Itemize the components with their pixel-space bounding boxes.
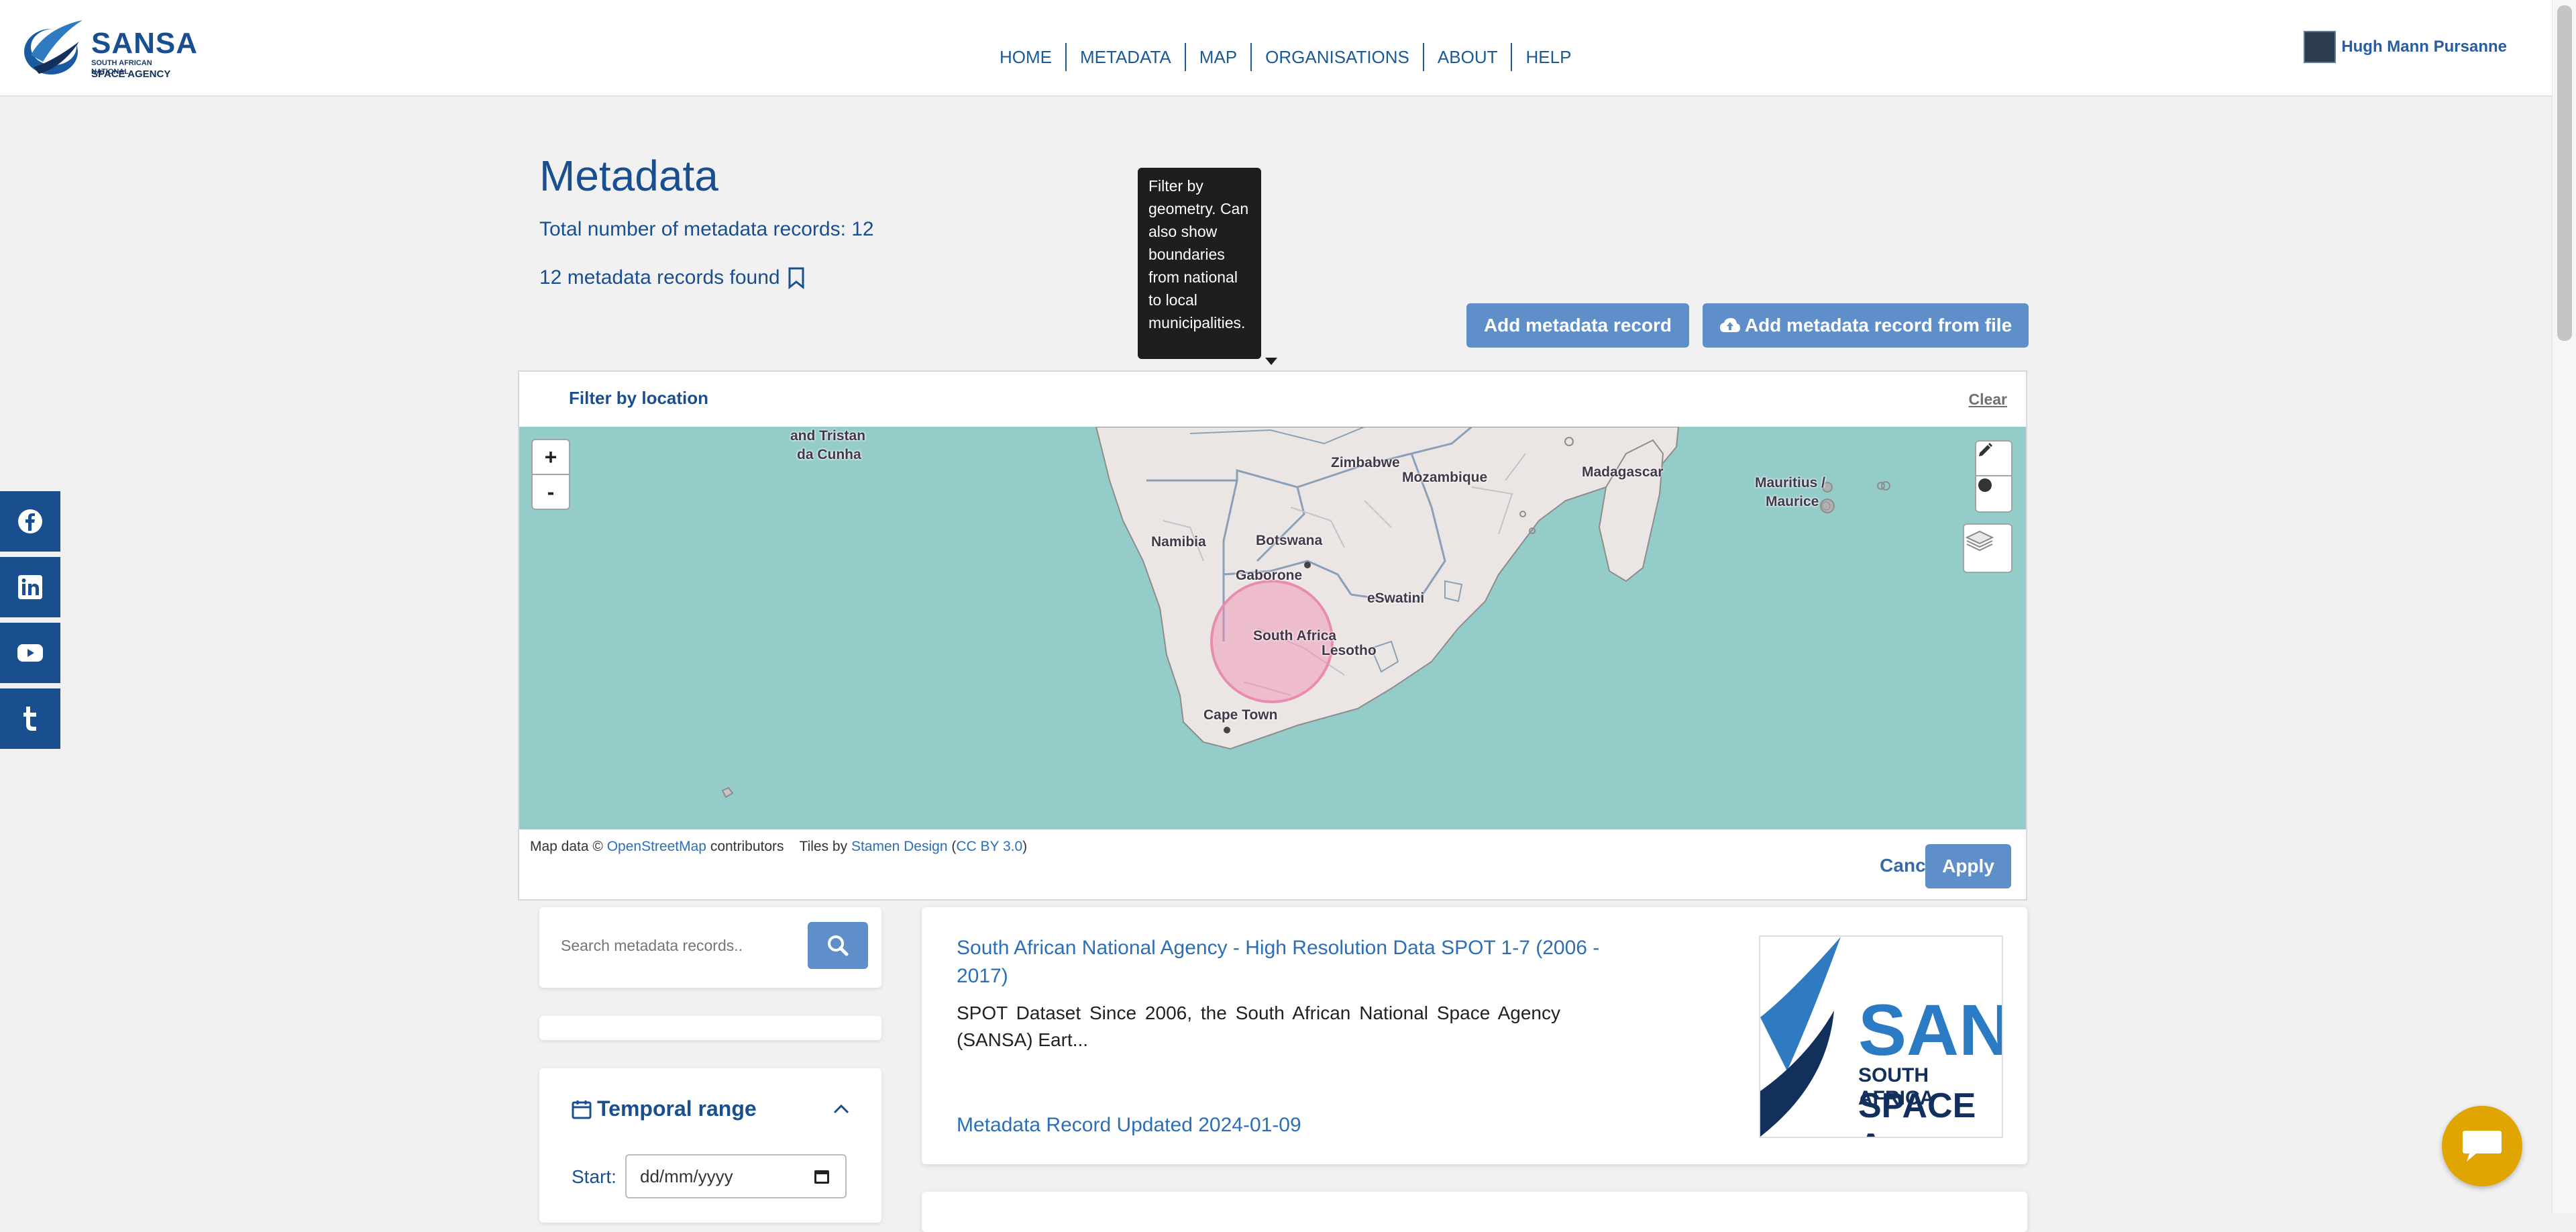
nav-organisations[interactable]: ORGANISATIONS bbox=[1252, 43, 1424, 71]
filter-by-location-label: Filter by location bbox=[569, 388, 709, 408]
map-label-cunha: da Cunha bbox=[797, 447, 861, 462]
osm-link[interactable]: OpenStreetMap bbox=[607, 839, 706, 854]
location-map[interactable]: and Tristan da Cunha Zimbabwe Mozambique… bbox=[519, 427, 2026, 829]
nav-about[interactable]: ABOUT bbox=[1424, 43, 1513, 71]
scrollbar-thumb[interactable] bbox=[2557, 5, 2572, 341]
map-label-namibia: Namibia bbox=[1151, 534, 1206, 550]
thumbnail-sub2: SPACE A bbox=[1858, 1086, 1976, 1137]
temporal-range-header[interactable]: Temporal range bbox=[572, 1096, 757, 1121]
map-label-south-africa: South Africa bbox=[1253, 628, 1337, 644]
search-button[interactable] bbox=[808, 922, 868, 969]
tooltip-arrow bbox=[1265, 358, 1277, 365]
linkedin-link[interactable] bbox=[0, 557, 60, 617]
start-date-placeholder: dd/mm/yyyy bbox=[640, 1166, 733, 1186]
map-label-mozambique: Mozambique bbox=[1402, 470, 1488, 485]
nav-help[interactable]: HELP bbox=[1512, 43, 1585, 71]
linkedin-icon bbox=[18, 575, 42, 599]
nav-home[interactable]: HOME bbox=[986, 43, 1067, 71]
result-description: SPOT Dataset Since 2006, the South Afric… bbox=[957, 1003, 1560, 1050]
filter-tooltip: Filter by geometry. Can also show bounda… bbox=[1138, 168, 1261, 359]
zoom-in-button[interactable]: + bbox=[531, 439, 570, 475]
thumbnail-wordmark: SAN bbox=[1858, 989, 2003, 1070]
add-metadata-record-button[interactable]: Add metadata record bbox=[1466, 303, 1689, 348]
map-attribution: Map data © OpenStreetMap contributors Ti… bbox=[530, 839, 1028, 854]
map-label-botswana: Botswana bbox=[1256, 533, 1323, 548]
site-header: SANSA SOUTH AFRICAN NATIONAL SPACE AGENC… bbox=[0, 0, 2553, 97]
nav-metadata[interactable]: METADATA bbox=[1067, 43, 1186, 71]
records-found-text: 12 metadata records found bbox=[539, 266, 780, 289]
result-title[interactable]: South African National Agency - High Res… bbox=[957, 934, 1648, 990]
map-label-mauritius: Mauritius / bbox=[1755, 475, 1826, 491]
start-date-label: Start: bbox=[572, 1166, 616, 1187]
cloud-upload-icon bbox=[1719, 318, 1740, 332]
add-from-file-label: Add metadata record from file bbox=[1744, 315, 2012, 336]
map-label-madagascar: Madagascar bbox=[1582, 464, 1664, 480]
main-nav: HOME METADATA MAP ORGANISATIONS ABOUT HE… bbox=[986, 43, 1585, 71]
license-link[interactable]: CC BY 3.0 bbox=[956, 839, 1022, 854]
records-found: 12 metadata records found bbox=[539, 266, 806, 289]
result-thumbnail[interactable]: SAN SOUTH AFRICA SPACE A bbox=[1759, 935, 2003, 1138]
logo-subtitle-2: SPACE AGENCY bbox=[91, 68, 171, 80]
youtube-icon bbox=[17, 644, 43, 662]
facebook-icon bbox=[18, 509, 42, 533]
temporal-range-title: Temporal range bbox=[597, 1096, 757, 1121]
map-label-cape-town: Cape Town bbox=[1203, 707, 1278, 723]
chevron-up-icon[interactable] bbox=[832, 1103, 851, 1115]
start-date-input[interactable]: dd/mm/yyyy bbox=[625, 1154, 847, 1198]
layers-button[interactable] bbox=[1963, 523, 2012, 573]
map-label-zimbabwe: Zimbabwe bbox=[1331, 455, 1400, 470]
bookmark-icon[interactable] bbox=[787, 266, 806, 289]
layers-icon bbox=[1965, 530, 1994, 552]
metadata-result-card[interactable]: South African National Agency - High Res… bbox=[922, 907, 2027, 1164]
pencil-icon bbox=[1979, 443, 1992, 456]
sansa-logo[interactable]: SANSA SOUTH AFRICAN NATIONAL SPACE AGENC… bbox=[19, 15, 197, 82]
map-label-eswatini: eSwatini bbox=[1367, 591, 1425, 606]
page-scrollbar[interactable] bbox=[2552, 0, 2576, 1213]
tumblr-icon bbox=[23, 707, 36, 731]
clear-filter-button[interactable]: Clear bbox=[1968, 391, 2007, 409]
logo-wordmark: SANSA bbox=[91, 27, 199, 60]
avatar bbox=[2304, 31, 2337, 63]
temporal-range-card: Temporal range Start: dd/mm/yyyy bbox=[539, 1068, 881, 1223]
chat-widget-button[interactable] bbox=[2442, 1106, 2522, 1186]
apply-button[interactable]: Apply bbox=[1925, 844, 2011, 888]
circle-icon bbox=[1978, 478, 1992, 492]
map-label-maurice: Maurice bbox=[1766, 494, 1819, 509]
attribution-tiles: Tiles by bbox=[799, 839, 848, 854]
tumblr-link[interactable] bbox=[0, 688, 60, 749]
total-records: Total number of metadata records: 12 bbox=[539, 218, 874, 240]
user-menu[interactable]: Hugh Mann Pursanne bbox=[2304, 31, 2507, 63]
attribution-contributors: contributors bbox=[710, 839, 784, 854]
zoom-out-button[interactable]: - bbox=[531, 474, 570, 510]
calendar-picker-icon[interactable] bbox=[813, 1168, 830, 1185]
search-icon bbox=[828, 935, 849, 956]
result-updated[interactable]: Metadata Record Updated 2024-01-09 bbox=[957, 1114, 1301, 1137]
user-name[interactable]: Hugh Mann Pursanne bbox=[2341, 38, 2507, 56]
sansa-logo-mark bbox=[24, 20, 83, 74]
add-metadata-from-file-button[interactable]: Add metadata record from file bbox=[1703, 303, 2029, 348]
youtube-link[interactable] bbox=[0, 623, 60, 683]
chat-icon bbox=[2463, 1131, 2502, 1162]
page-title: Metadata bbox=[539, 152, 718, 200]
stamen-link[interactable]: Stamen Design bbox=[851, 839, 948, 854]
map-label-gaborone: Gaborone bbox=[1236, 568, 1303, 583]
metadata-result-card[interactable] bbox=[922, 1192, 2027, 1232]
nav-map[interactable]: MAP bbox=[1186, 43, 1252, 71]
facebook-link[interactable] bbox=[0, 491, 60, 552]
map-label-lesotho: Lesotho bbox=[1322, 643, 1377, 658]
draw-circle-button[interactable] bbox=[1975, 475, 2012, 513]
search-card bbox=[539, 907, 881, 988]
calendar-icon bbox=[572, 1100, 592, 1119]
map-label-tristan: and Tristan bbox=[790, 428, 866, 444]
search-input[interactable] bbox=[553, 922, 817, 969]
location-filter-panel: Filter by location Clear and Tristan da … bbox=[518, 370, 2027, 901]
attribution-prefix: Map data © bbox=[530, 839, 603, 854]
filter-card bbox=[539, 1016, 881, 1040]
draw-polygon-button[interactable] bbox=[1975, 440, 2012, 478]
